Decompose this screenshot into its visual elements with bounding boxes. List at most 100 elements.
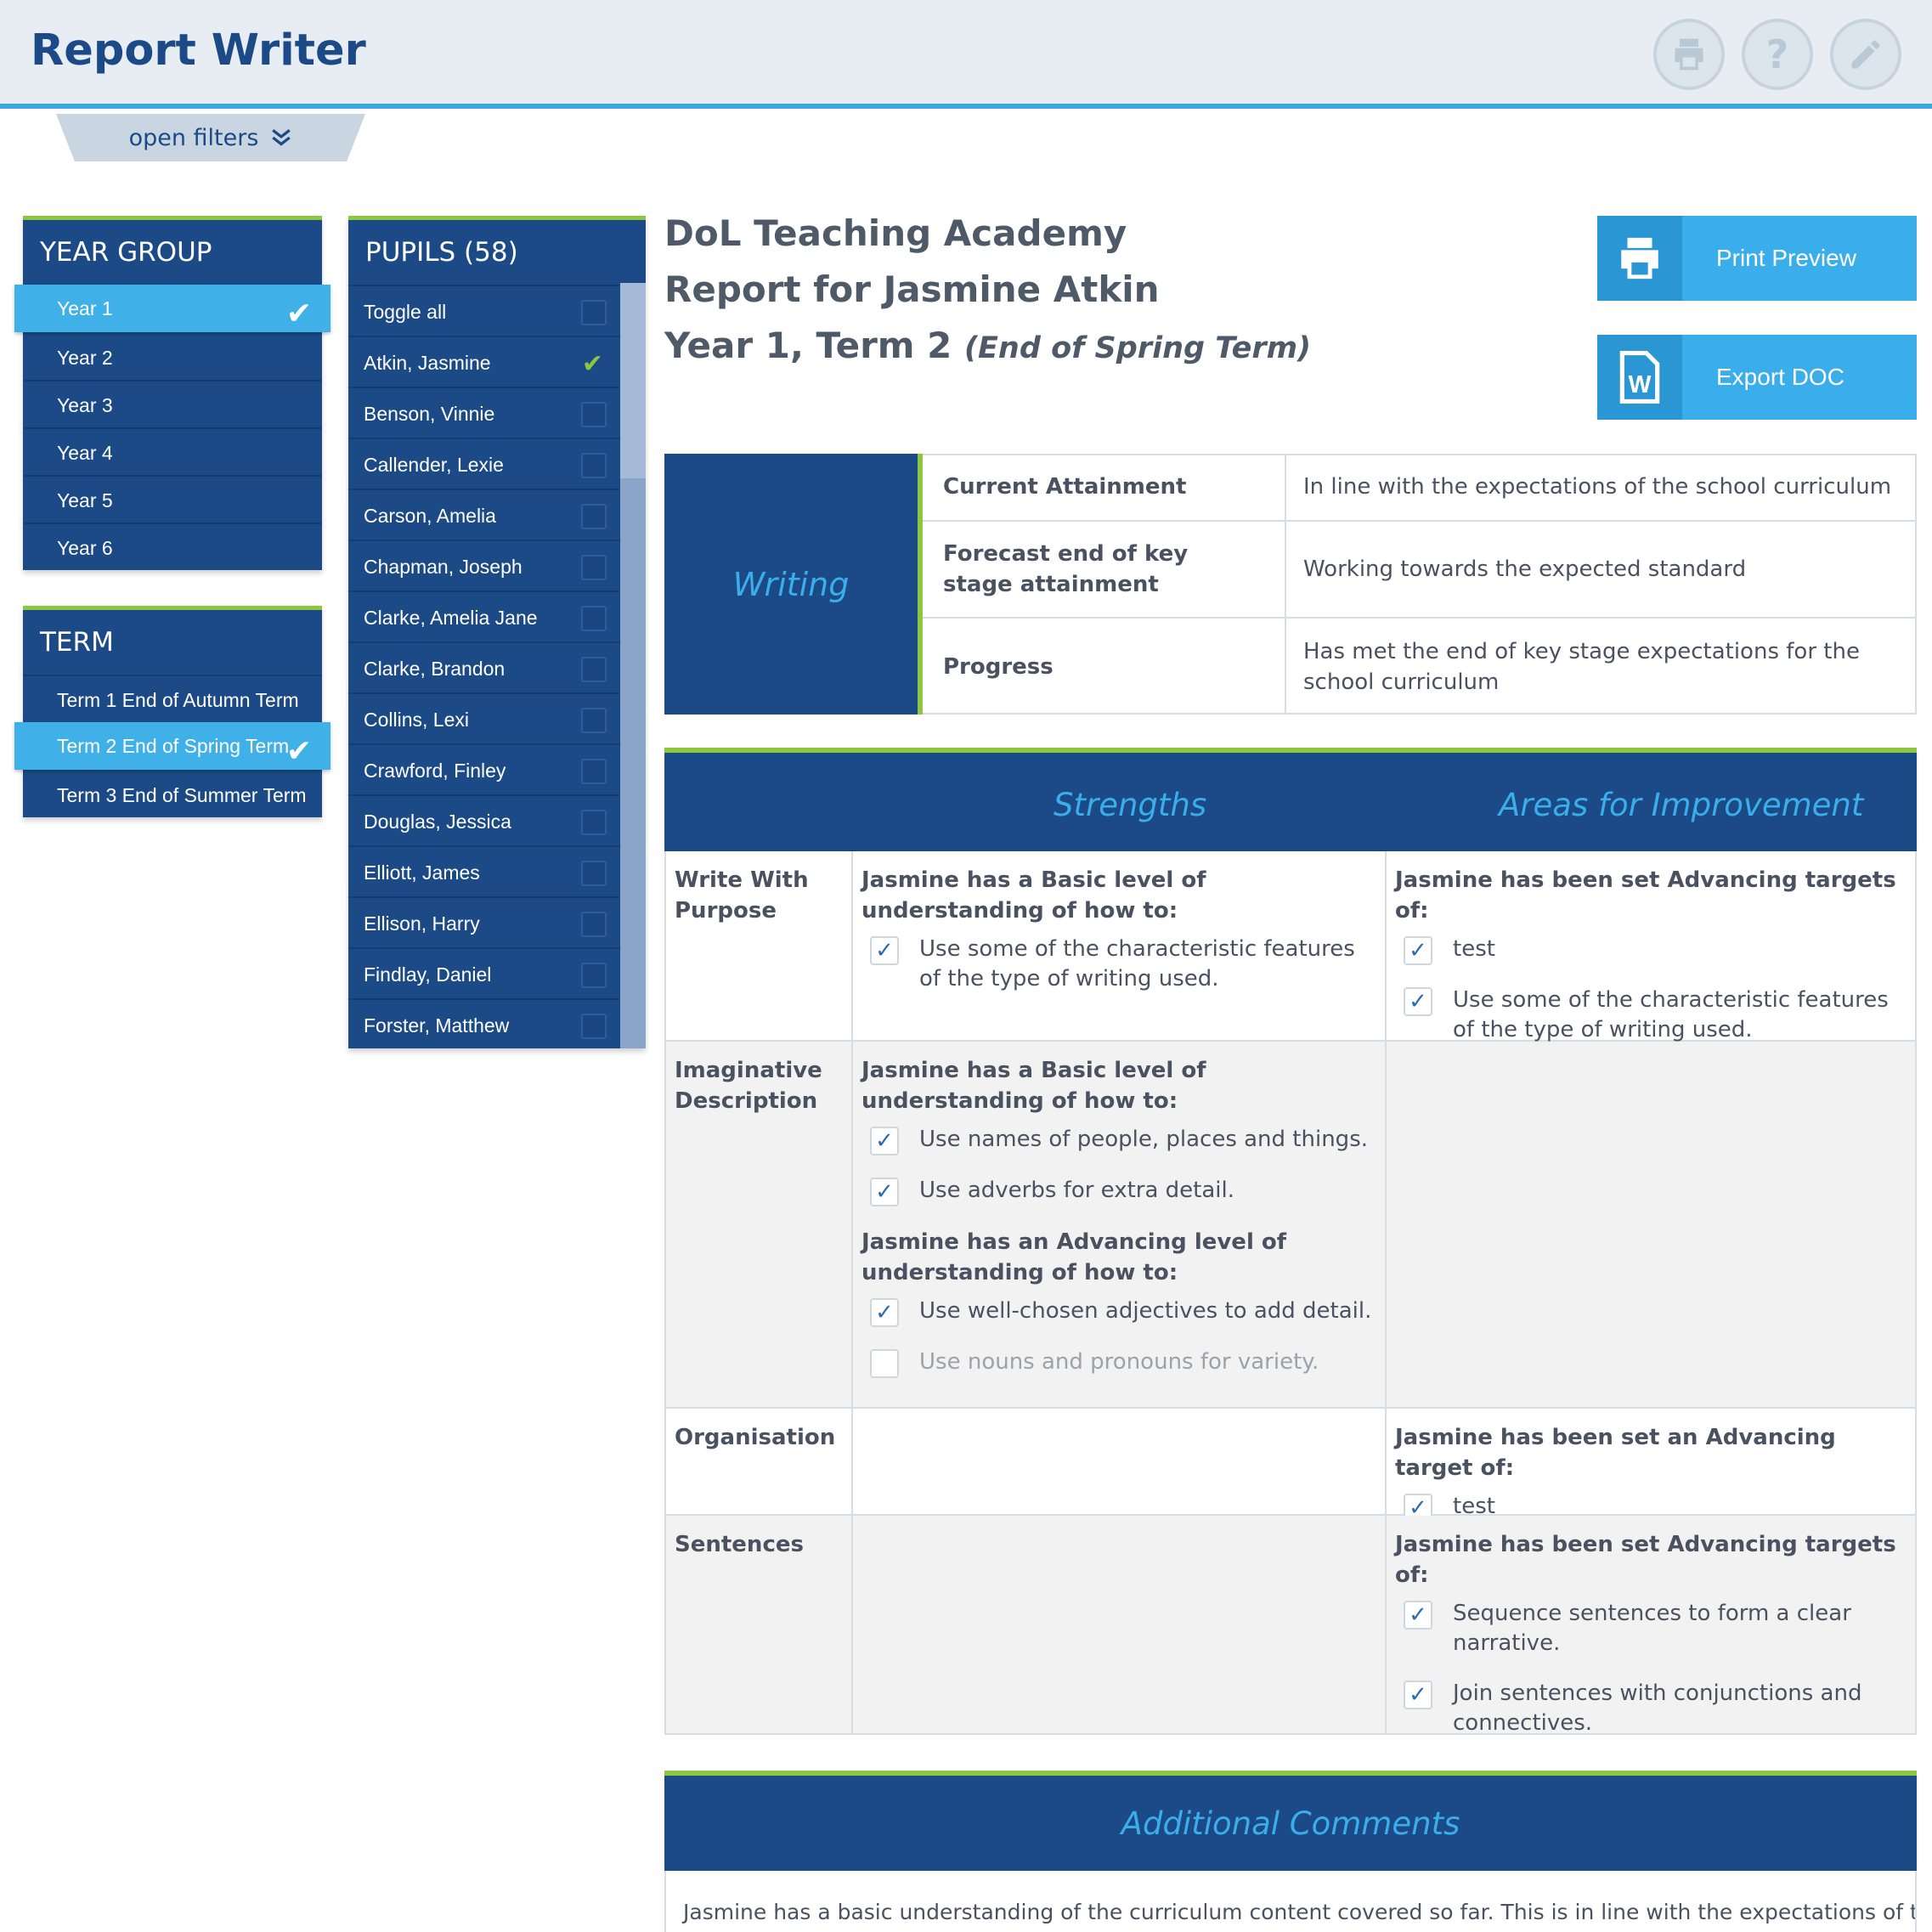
objective-text: Use nouns and pronouns for variety.	[919, 1349, 1319, 1375]
improvements-cell: Jasmine has been set an Advancing target…	[1387, 1409, 1915, 1522]
pupils-scrollbar-thumb[interactable]	[620, 283, 646, 478]
pupil-checkbox[interactable]	[581, 453, 607, 478]
statement-lead: Jasmine has a Basic level of understandi…	[861, 1058, 1206, 1114]
writing-subject-cell: Writing	[664, 454, 923, 715]
pupil-item[interactable]: Atkin, Jasmine ✔	[348, 336, 620, 387]
pupil-item[interactable]: Crawford, Finley	[348, 743, 620, 794]
pupil-checkbox[interactable]	[581, 912, 607, 937]
objective-text: Use well-chosen adjectives to add detail…	[919, 1298, 1372, 1324]
pupil-item[interactable]: Douglas, Jessica	[348, 794, 620, 845]
pupil-label: Ellison, Harry	[364, 912, 480, 935]
pupil-checkbox[interactable]	[581, 759, 607, 784]
print-icon	[1675, 38, 1703, 71]
attainment-value: Has met the end of key stage expectation…	[1303, 638, 1860, 695]
open-filters-toggle[interactable]: open filters	[56, 114, 365, 161]
edit-button[interactable]	[1830, 19, 1901, 90]
strengths-cell	[853, 1516, 1387, 1733]
term-item[interactable]: Term 1 End of Autumn Term	[23, 675, 322, 722]
objective-item: ✓ Use some of the characteristic features…	[870, 935, 1376, 994]
year-group-item[interactable]: Year 4	[23, 427, 322, 475]
year-group-label: Year 2	[57, 347, 113, 369]
year-group-label: Year 6	[57, 537, 113, 559]
year-group-item[interactable]: Year 3	[23, 380, 322, 427]
objective-item: ✓ Use some of the characteristic features…	[1404, 986, 1907, 1045]
pupil-checkbox[interactable]	[581, 963, 607, 988]
objective-text: test	[1453, 936, 1495, 962]
objective-checkbox[interactable]: ✓	[1404, 987, 1432, 1016]
pupil-label: Forster, Matthew	[364, 1014, 510, 1037]
attainment-key: Current Attainment	[923, 454, 1286, 520]
strengths-table-header: Strengths Areas for Improvement	[664, 748, 1917, 851]
pupil-checkbox[interactable]	[581, 810, 607, 835]
objective-checkbox[interactable]: ✓	[870, 1349, 899, 1378]
strand-name: Imaginative Description	[666, 1042, 853, 1407]
pupil-checkbox[interactable]	[581, 657, 607, 682]
attainment-row: Current Attainment In line with the expe…	[923, 454, 1917, 522]
strand-name: Write With Purpose	[666, 851, 853, 1040]
pupil-checkbox[interactable]	[581, 555, 607, 580]
statement-lead: Jasmine has an Advancing level of unders…	[861, 1229, 1287, 1285]
pupil-item[interactable]: Ellison, Harry	[348, 896, 620, 947]
pupil-item[interactable]: Carson, Amelia	[348, 489, 620, 539]
pupil-label: Atkin, Jasmine	[364, 352, 491, 374]
export-doc-button[interactable]: W Export DOC	[1597, 335, 1917, 420]
pupil-item[interactable]: Clarke, Amelia Jane	[348, 590, 620, 641]
term-item[interactable]: Term 2 End of Spring Term ✔	[14, 722, 330, 770]
pupil-item[interactable]: Findlay, Daniel	[348, 947, 620, 998]
strand-row: Organisation Jasmine has been set an Adv…	[664, 1409, 1917, 1522]
pupil-checkbox[interactable]	[581, 1014, 607, 1039]
svg-text:W: W	[1629, 371, 1652, 398]
print-button[interactable]	[1653, 19, 1725, 90]
term-title: TERM	[40, 627, 114, 658]
pupils-title: PUPILS (58)	[365, 237, 518, 268]
objective-item: ✓ Use well-chosen adjectives to add detai…	[870, 1296, 1376, 1327]
pupil-label: Toggle all	[364, 301, 447, 323]
toggle-all-item[interactable]: Toggle all	[348, 285, 620, 336]
improvements-cell: Jasmine has been set Advancing targets o…	[1387, 1516, 1915, 1736]
objective-checkbox[interactable]: ✓	[1404, 1681, 1432, 1709]
print-preview-button[interactable]: Print Preview	[1597, 216, 1917, 301]
year-group-title: YEAR GROUP	[40, 237, 212, 268]
term-item[interactable]: Term 3 End of Summer Term	[23, 770, 322, 817]
pupil-item[interactable]: Callender, Lexie	[348, 438, 620, 489]
pupil-checkbox[interactable]	[581, 300, 607, 325]
year-group-item[interactable]: Year 5	[23, 475, 322, 523]
objective-checkbox[interactable]: ✓	[870, 1298, 899, 1327]
pupil-item[interactable]: Elliott, James	[348, 845, 620, 896]
pupil-item[interactable]: Collins, Lexi	[348, 692, 620, 743]
pupil-checkbox[interactable]	[581, 861, 607, 886]
double-chevron-down-icon	[272, 129, 291, 146]
objective-checkbox[interactable]: ✓	[870, 1127, 899, 1155]
additional-comments-header: Additional Comments	[664, 1771, 1917, 1871]
report-period: Year 1, Term 2 (End of Spring Term)	[664, 325, 1311, 366]
help-button[interactable]: ?	[1742, 19, 1813, 90]
objective-text: Sequence sentences to form a clear narra…	[1453, 1601, 1851, 1656]
year-group-item[interactable]: Year 6	[23, 523, 322, 570]
pupil-checkbox[interactable]	[581, 606, 607, 631]
checkmark-icon[interactable]: ✔	[582, 339, 603, 390]
objective-text: Use adverbs for extra detail.	[919, 1178, 1235, 1203]
objective-item: ✓ Sequence sentences to form a clear narr…	[1404, 1599, 1907, 1658]
objective-checkbox[interactable]: ✓	[1404, 1601, 1432, 1630]
additional-comments-text[interactable]: Jasmine has a basic understanding of the…	[664, 1871, 1917, 1932]
pupil-checkbox[interactable]	[581, 504, 607, 529]
objective-checkbox[interactable]: ✓	[1404, 936, 1432, 965]
pupil-checkbox[interactable]	[581, 402, 607, 427]
pupil-item[interactable]: Chapman, Joseph	[348, 539, 620, 590]
strand-name: Organisation	[666, 1409, 853, 1514]
pupil-label: Collins, Lexi	[364, 709, 469, 731]
pupil-label: Benson, Vinnie	[364, 403, 495, 425]
pupil-item[interactable]: Forster, Matthew	[348, 998, 620, 1049]
objective-checkbox[interactable]: ✓	[870, 936, 899, 965]
printer-icon	[1597, 216, 1682, 301]
pupil-item[interactable]: Clarke, Brandon	[348, 641, 620, 692]
word-document-icon: W	[1597, 335, 1682, 420]
school-name: DoL Teaching Academy	[664, 212, 1127, 254]
pupil-checkbox[interactable]	[581, 708, 607, 733]
year-group-item[interactable]: Year 2	[23, 332, 322, 380]
pupil-item[interactable]: Benson, Vinnie	[348, 387, 620, 438]
term-label: Term 1 End of Autumn Term	[57, 689, 299, 711]
objective-checkbox[interactable]: ✓	[870, 1178, 899, 1206]
year-group-item[interactable]: Year 1 ✔	[14, 285, 330, 332]
checkmark-icon: ✔	[285, 733, 312, 768]
